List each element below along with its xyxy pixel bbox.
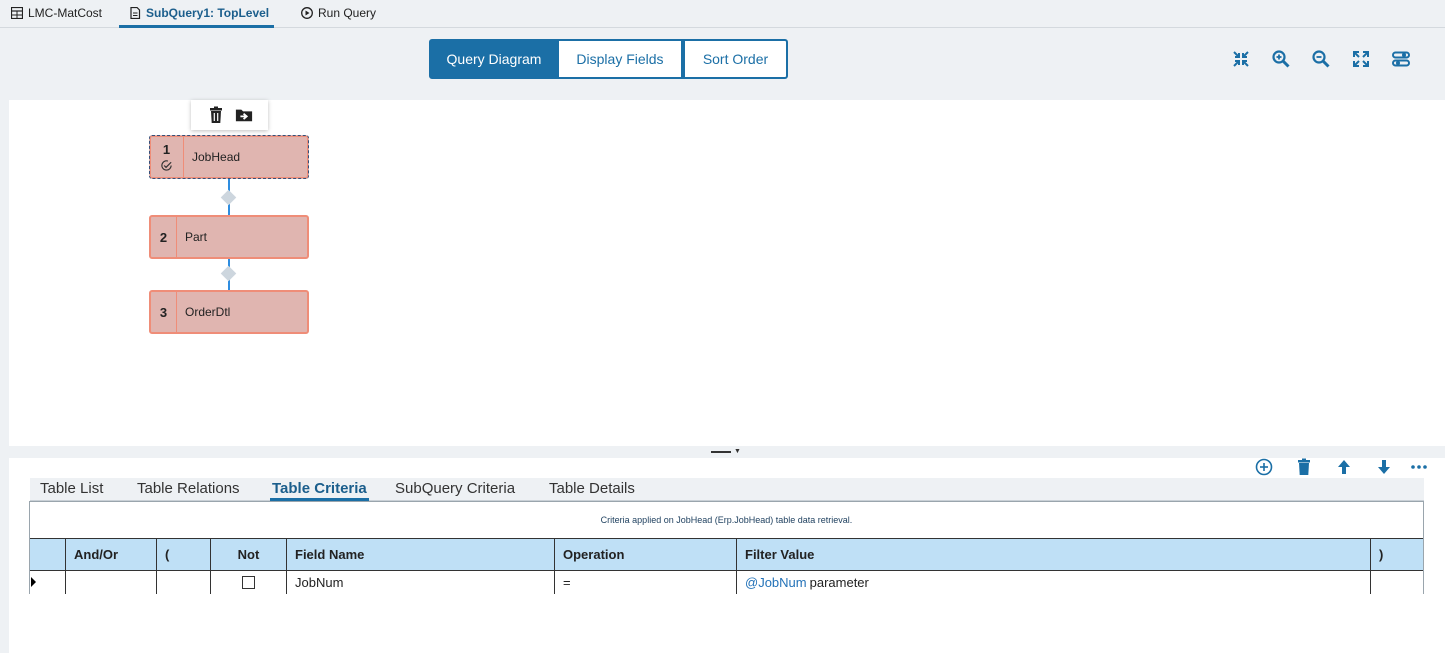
header-field-name[interactable]: Field Name: [287, 539, 555, 570]
zoom-out-icon[interactable]: [1311, 49, 1331, 69]
parameter-link[interactable]: @JobNum: [745, 575, 807, 590]
cell-operation[interactable]: =: [555, 571, 737, 594]
settings-toggle-icon[interactable]: [1391, 49, 1411, 69]
tab-table-list[interactable]: Table List: [40, 480, 103, 497]
cell-not[interactable]: [211, 571, 287, 594]
cell-field-name[interactable]: JobNum: [287, 571, 555, 594]
chevron-down-icon[interactable]: ▼: [734, 448, 741, 455]
delete-icon[interactable]: [1295, 458, 1313, 476]
zoom-in-icon[interactable]: [1271, 49, 1291, 69]
header-close-paren[interactable]: ): [1371, 539, 1423, 570]
delete-icon[interactable]: [207, 106, 225, 124]
tab-label: SubQuery1: TopLevel: [146, 6, 270, 20]
node-name: JobHead: [192, 150, 241, 164]
fit-screen-icon[interactable]: [1351, 49, 1371, 69]
header-open-paren[interactable]: (: [157, 539, 211, 570]
filter-value-text: parameter: [809, 575, 869, 590]
table-node-orderdtl[interactable]: 3 OrderDtl: [149, 290, 309, 334]
display-fields-button[interactable]: Display Fields: [559, 39, 683, 79]
diagram-toolbar: Query Diagram Display Fields Sort Order: [0, 29, 1445, 99]
tab-label: LMC-MatCost: [28, 6, 103, 20]
document-icon: [130, 7, 141, 19]
cell-filter-value[interactable]: @JobNum parameter: [737, 571, 1371, 594]
tab-table-relations[interactable]: Table Relations: [137, 480, 240, 497]
tab-subquery-criteria[interactable]: SubQuery Criteria: [395, 480, 515, 497]
tab-run-query[interactable]: Run Query: [301, 6, 376, 28]
node-name: OrderDtl: [185, 305, 231, 319]
move-to-folder-icon[interactable]: [235, 106, 253, 124]
cell-close-paren[interactable]: [1371, 571, 1423, 594]
query-diagram-button[interactable]: Query Diagram: [429, 39, 559, 79]
table-icon: [11, 7, 23, 19]
row-selector[interactable]: [30, 571, 66, 594]
node-name: Part: [185, 230, 208, 244]
move-down-icon[interactable]: [1375, 458, 1393, 476]
header-and-or[interactable]: And/Or: [66, 539, 157, 570]
current-row-icon: [31, 577, 36, 587]
table-node-part[interactable]: 2 Part: [149, 215, 309, 259]
check-circle-icon: [161, 160, 172, 171]
node-number: 1: [150, 136, 184, 178]
panel-splitter[interactable]: ▼: [0, 446, 1445, 458]
node-toolbar: [191, 100, 268, 130]
more-icon[interactable]: [1410, 458, 1428, 476]
tab-lmc-matcost[interactable]: LMC-MatCost: [11, 6, 102, 28]
collapse-icon[interactable]: [1231, 49, 1251, 69]
cell-and-or[interactable]: [66, 571, 157, 594]
sort-order-button[interactable]: Sort Order: [683, 39, 788, 79]
grid-header-row: And/Or ( Not Field Name Operation Filter…: [30, 538, 1423, 571]
cell-open-paren[interactable]: [157, 571, 211, 594]
play-circle-icon: [301, 7, 313, 19]
tab-table-criteria[interactable]: Table Criteria: [270, 480, 369, 501]
table-row[interactable]: JobNum = @JobNum parameter: [30, 571, 1423, 594]
move-up-icon[interactable]: [1335, 458, 1353, 476]
add-icon[interactable]: [1255, 458, 1273, 476]
tab-subquery-toplevel[interactable]: SubQuery1: TopLevel: [119, 6, 274, 28]
header-operation[interactable]: Operation: [555, 539, 737, 570]
criteria-grid: Criteria applied on JobHead (Erp.JobHead…: [29, 501, 1424, 594]
document-tab-bar: LMC-MatCost SubQuery1: TopLevel Run Quer…: [0, 0, 1445, 28]
criteria-subtabs: Table List Table Relations Table Criteri…: [30, 478, 1424, 501]
not-checkbox[interactable]: [242, 576, 255, 589]
node-number: 2: [151, 217, 177, 257]
tab-table-details[interactable]: Table Details: [549, 480, 635, 497]
grid-caption: Criteria applied on JobHead (Erp.JobHead…: [600, 515, 853, 525]
table-node-jobhead[interactable]: 1 JobHead: [149, 135, 309, 179]
header-filter-value[interactable]: Filter Value: [737, 539, 1371, 570]
header-selector: [30, 539, 66, 570]
header-not[interactable]: Not: [211, 539, 287, 570]
node-number: 3: [151, 292, 177, 332]
tab-label: Run Query: [318, 6, 377, 20]
splitter-grip[interactable]: [711, 451, 731, 453]
